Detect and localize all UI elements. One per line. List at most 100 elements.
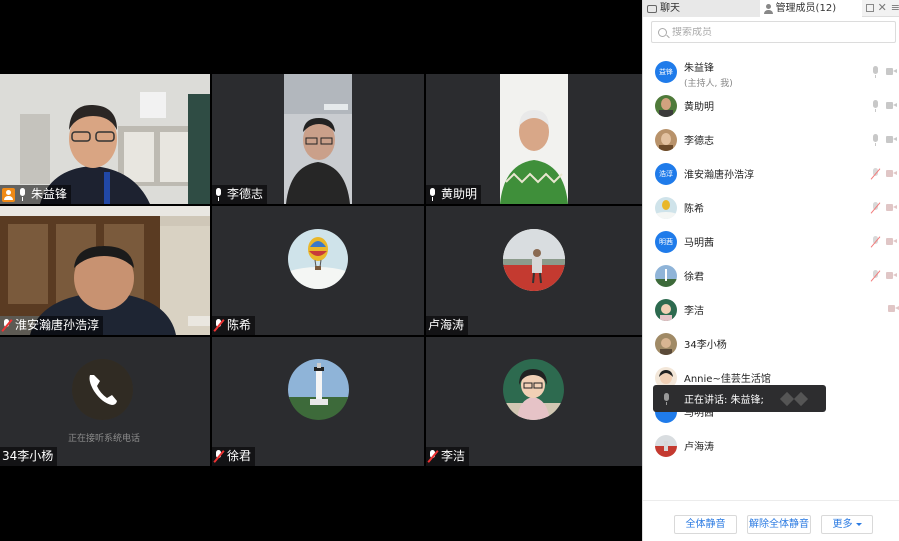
participant-name-tag: 徐君 <box>212 447 256 466</box>
audio-level-icon <box>779 391 810 406</box>
member-avatar <box>655 264 677 287</box>
member-name-block: 朱益锋 (主持人, 我) <box>684 59 733 89</box>
microphone-muted-icon[interactable] <box>871 201 879 214</box>
camera-off-icon[interactable] <box>886 169 898 178</box>
member-row[interactable]: 徐君 <box>643 259 899 292</box>
member-name: 黄助明 <box>684 102 714 113</box>
mute-all-button[interactable]: 全体静音 <box>674 515 737 534</box>
participant-name: 卢海涛 <box>428 318 465 332</box>
menu-icon[interactable]: ≡ <box>891 2 899 13</box>
participant-name: 陈希 <box>227 318 252 332</box>
member-row[interactable]: 浩淳 淮安瀚唐孙浩淳 <box>643 157 899 190</box>
participant-name: 徐君 <box>227 449 252 463</box>
member-row[interactable]: 明茜 马明茜 <box>643 225 899 258</box>
video-grid: 朱益锋 李德志 黄助明 淮安瀚唐孙浩淳 陈希 卢海涛 正在接听系统电话 34李小… <box>0 74 642 466</box>
member-search-input[interactable] <box>672 26 872 38</box>
microphone-muted-icon[interactable] <box>871 167 879 180</box>
member-name: 卢海涛 <box>684 442 714 453</box>
microphone-muted-icon[interactable] <box>871 235 879 248</box>
member-row[interactable]: 益锋 朱益锋 (主持人, 我) <box>643 55 899 89</box>
microphone-muted-icon <box>214 450 224 463</box>
member-avatar: 明茜 <box>655 230 677 253</box>
member-name: 陈希 <box>684 204 704 215</box>
microphone-muted-icon <box>2 319 12 332</box>
member-name: 徐君 <box>684 272 704 283</box>
member-row[interactable]: 陈希 <box>643 191 899 224</box>
unmute-all-button[interactable]: 解除全体静音 <box>747 515 811 534</box>
camera-off-icon[interactable] <box>886 237 898 246</box>
camera-icon[interactable] <box>886 101 898 110</box>
member-role: (主持人, 我) <box>684 79 733 89</box>
video-tile-participant[interactable]: 黄助明 <box>426 74 642 204</box>
participant-name: 黄助明 <box>441 187 478 201</box>
panel-tabs: 聊天 管理成员(12) ✕ ≡ <box>643 0 899 17</box>
member-name: Annie~佳芸生活馆 <box>684 374 771 385</box>
video-tile-participant[interactable]: 李洁 <box>426 337 642 466</box>
video-tile-participant[interactable]: 正在接听系统电话 34李小杨 <box>0 337 210 466</box>
member-name: 34李小杨 <box>684 340 727 351</box>
participant-name: 李德志 <box>227 187 264 201</box>
microphone-icon[interactable] <box>871 99 879 112</box>
tab-members-label: 管理成员(12) <box>775 3 837 14</box>
camera-off-icon[interactable] <box>886 203 898 212</box>
member-search-box <box>651 21 896 43</box>
tab-chat[interactable]: 聊天 <box>643 0 760 17</box>
video-tile-host[interactable]: 朱益锋 <box>0 74 210 204</box>
pop-out-icon[interactable] <box>865 4 874 12</box>
participant-name-tag: 卢海涛 <box>426 316 469 335</box>
camera-feed <box>500 74 568 204</box>
video-tile-participant[interactable]: 陈希 <box>212 206 424 335</box>
participant-name-tag: 李德志 <box>212 185 268 204</box>
member-row[interactable]: 黄助明 <box>643 89 899 122</box>
participant-name-tag: 朱益锋 <box>0 185 72 204</box>
tab-members[interactable]: 管理成员(12) <box>759 0 862 17</box>
participant-name: 朱益锋 <box>31 187 68 201</box>
microphone-icon[interactable] <box>871 65 879 78</box>
participant-name: 李洁 <box>441 449 466 463</box>
member-name: 李德志 <box>684 136 714 147</box>
member-avatar <box>655 332 677 355</box>
camera-icon[interactable] <box>886 67 898 76</box>
video-tile-participant[interactable]: 淮安瀚唐孙浩淳 <box>0 206 210 335</box>
microphone-icon[interactable] <box>871 133 879 146</box>
member-name: 淮安瀚唐孙浩淳 <box>684 170 754 181</box>
camera-feed <box>284 74 352 204</box>
participant-name-tag: 李洁 <box>426 447 470 466</box>
member-name: 朱益锋 <box>684 63 714 74</box>
microphone-muted-icon[interactable] <box>888 304 899 316</box>
host-icon <box>2 187 15 202</box>
video-area: 朱益锋 李德志 黄助明 淮安瀚唐孙浩淳 陈希 卢海涛 正在接听系统电话 34李小… <box>0 0 642 541</box>
member-avatar: 浩淳 <box>655 162 677 185</box>
call-status-text: 正在接听系统电话 <box>68 434 141 444</box>
camera-icon[interactable] <box>886 135 898 144</box>
tab-chat-label: 聊天 <box>660 3 680 14</box>
participant-name-tag: 陈希 <box>212 316 256 335</box>
microphone-icon <box>214 188 224 201</box>
participant-avatar <box>72 359 133 420</box>
participant-avatar <box>288 229 348 289</box>
video-tile-participant[interactable]: 徐君 <box>212 337 424 466</box>
camera-off-icon[interactable] <box>886 271 898 280</box>
member-avatar <box>655 298 677 321</box>
panel-footer: 全体静音 解除全体静音 更多 <box>643 500 899 541</box>
member-name: 李洁 <box>684 306 704 317</box>
member-row[interactable]: 卢海涛 <box>643 429 899 462</box>
participant-name-tag: 34李小杨 <box>0 447 58 466</box>
video-tile-participant[interactable]: 李德志 <box>212 74 424 204</box>
participant-avatar <box>503 229 565 291</box>
more-button[interactable]: 更多 <box>821 515 873 534</box>
panel-controls: ✕ ≡ <box>862 0 899 16</box>
close-icon[interactable]: ✕ <box>878 2 887 13</box>
video-tile-participant[interactable]: 卢海涛 <box>426 206 642 335</box>
microphone-muted-icon[interactable] <box>871 269 879 282</box>
person-icon <box>763 3 773 14</box>
member-row[interactable]: 李德志 <box>643 123 899 156</box>
participant-name-tag: 黄助明 <box>426 185 482 204</box>
members-panel: 聊天 管理成员(12) ✕ ≡ 益锋 朱益锋 (主持人, 我) <box>642 0 899 541</box>
member-row[interactable]: 34李小杨 <box>643 327 899 360</box>
microphone-icon <box>662 392 670 405</box>
participant-name: 34李小杨 <box>2 449 54 463</box>
member-row[interactable]: 李洁 <box>643 293 899 326</box>
microphone-icon <box>18 188 28 201</box>
speaking-text: 正在讲话: 朱益锋; <box>684 395 764 406</box>
